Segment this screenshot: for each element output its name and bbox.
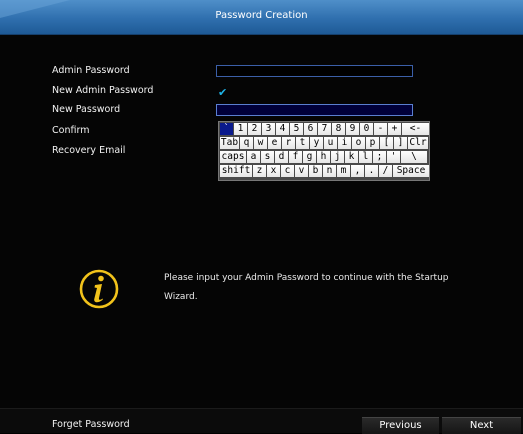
new-password-label: New Password: [52, 104, 121, 115]
key-slash[interactable]: /: [379, 165, 392, 177]
keyboard-row-3: caps a s d f g h j k l ; ' \: [219, 150, 427, 164]
key-period[interactable]: .: [365, 165, 378, 177]
key-5[interactable]: 5: [290, 123, 303, 135]
new-password-field[interactable]: [216, 104, 413, 116]
key-l[interactable]: l: [359, 151, 372, 163]
key-n[interactable]: n: [323, 165, 336, 177]
key-p[interactable]: p: [366, 137, 379, 149]
checkmark-icon: ✔: [218, 86, 228, 99]
key-f[interactable]: f: [289, 151, 302, 163]
key-z[interactable]: z: [253, 165, 266, 177]
key-k[interactable]: k: [345, 151, 358, 163]
form-area: Admin Password New Admin Password ✔ New …: [0, 35, 523, 408]
on-screen-keyboard: ` 1 2 3 4 5 6 7 8 9 0 - + <- Tab q w e r: [218, 121, 430, 181]
keyboard-row-2: Tab q w e r t y u i o p [ ] Clr: [219, 136, 428, 150]
key-2[interactable]: 2: [248, 123, 261, 135]
key-t[interactable]: t: [296, 137, 309, 149]
key-left-bracket[interactable]: [: [380, 137, 393, 149]
key-semicolon[interactable]: ;: [373, 151, 386, 163]
key-quote[interactable]: ': [387, 151, 400, 163]
info-icon: [79, 269, 119, 309]
key-comma[interactable]: ,: [351, 165, 364, 177]
key-c[interactable]: c: [281, 165, 294, 177]
key-m[interactable]: m: [337, 165, 350, 177]
key-minus[interactable]: -: [374, 123, 387, 135]
key-r[interactable]: r: [282, 137, 295, 149]
key-plus[interactable]: +: [388, 123, 401, 135]
key-s[interactable]: s: [261, 151, 274, 163]
key-9[interactable]: 9: [346, 123, 359, 135]
key-q[interactable]: q: [240, 137, 253, 149]
next-button[interactable]: Next: [442, 417, 521, 434]
recovery-email-label: Recovery Email: [52, 145, 126, 156]
key-g[interactable]: g: [303, 151, 316, 163]
key-clear[interactable]: Clr: [408, 137, 428, 149]
key-backslash[interactable]: \: [401, 151, 427, 163]
key-space[interactable]: Space: [393, 165, 429, 177]
new-admin-password-checkbox[interactable]: ✔: [218, 86, 227, 99]
key-e[interactable]: e: [268, 137, 281, 149]
key-tab[interactable]: Tab: [220, 137, 239, 149]
dialog-title: Password Creation: [215, 10, 308, 21]
key-h[interactable]: h: [317, 151, 330, 163]
key-0[interactable]: 0: [360, 123, 373, 135]
key-right-bracket[interactable]: ]: [394, 137, 407, 149]
key-j[interactable]: j: [331, 151, 344, 163]
password-creation-dialog: Password Creation Admin Password New Adm…: [0, 0, 523, 434]
forget-password-link[interactable]: Forget Password: [52, 419, 130, 430]
key-caps[interactable]: caps: [220, 151, 246, 163]
admin-password-label: Admin Password: [52, 65, 130, 76]
key-w[interactable]: w: [254, 137, 267, 149]
key-backspace[interactable]: <-: [402, 123, 429, 135]
key-1[interactable]: 1: [234, 123, 247, 135]
key-7[interactable]: 7: [318, 123, 331, 135]
key-u[interactable]: u: [324, 137, 337, 149]
key-6[interactable]: 6: [304, 123, 317, 135]
key-shift[interactable]: shift: [220, 165, 252, 177]
key-4[interactable]: 4: [276, 123, 289, 135]
key-a[interactable]: a: [247, 151, 260, 163]
admin-password-field[interactable]: [216, 65, 413, 77]
key-backtick[interactable]: `: [220, 123, 233, 135]
key-d[interactable]: d: [275, 151, 288, 163]
key-y[interactable]: y: [310, 137, 323, 149]
keyboard-row-1: ` 1 2 3 4 5 6 7 8 9 0 - + <-: [219, 122, 429, 136]
key-x[interactable]: x: [267, 165, 280, 177]
key-3[interactable]: 3: [262, 123, 275, 135]
new-admin-password-label: New Admin Password: [52, 85, 154, 96]
info-message: Please input your Admin Password to cont…: [164, 273, 449, 302]
key-8[interactable]: 8: [332, 123, 345, 135]
key-o[interactable]: o: [352, 137, 365, 149]
title-bar: Password Creation: [0, 0, 523, 35]
footer-bar: Forget Password Previous Next: [0, 408, 523, 434]
confirm-label: Confirm: [52, 125, 90, 136]
keyboard-row-4: shift z x c v b n m , . / Space: [219, 164, 429, 178]
previous-button[interactable]: Previous: [362, 417, 439, 434]
key-i[interactable]: i: [338, 137, 351, 149]
key-b[interactable]: b: [309, 165, 322, 177]
key-v[interactable]: v: [295, 165, 308, 177]
